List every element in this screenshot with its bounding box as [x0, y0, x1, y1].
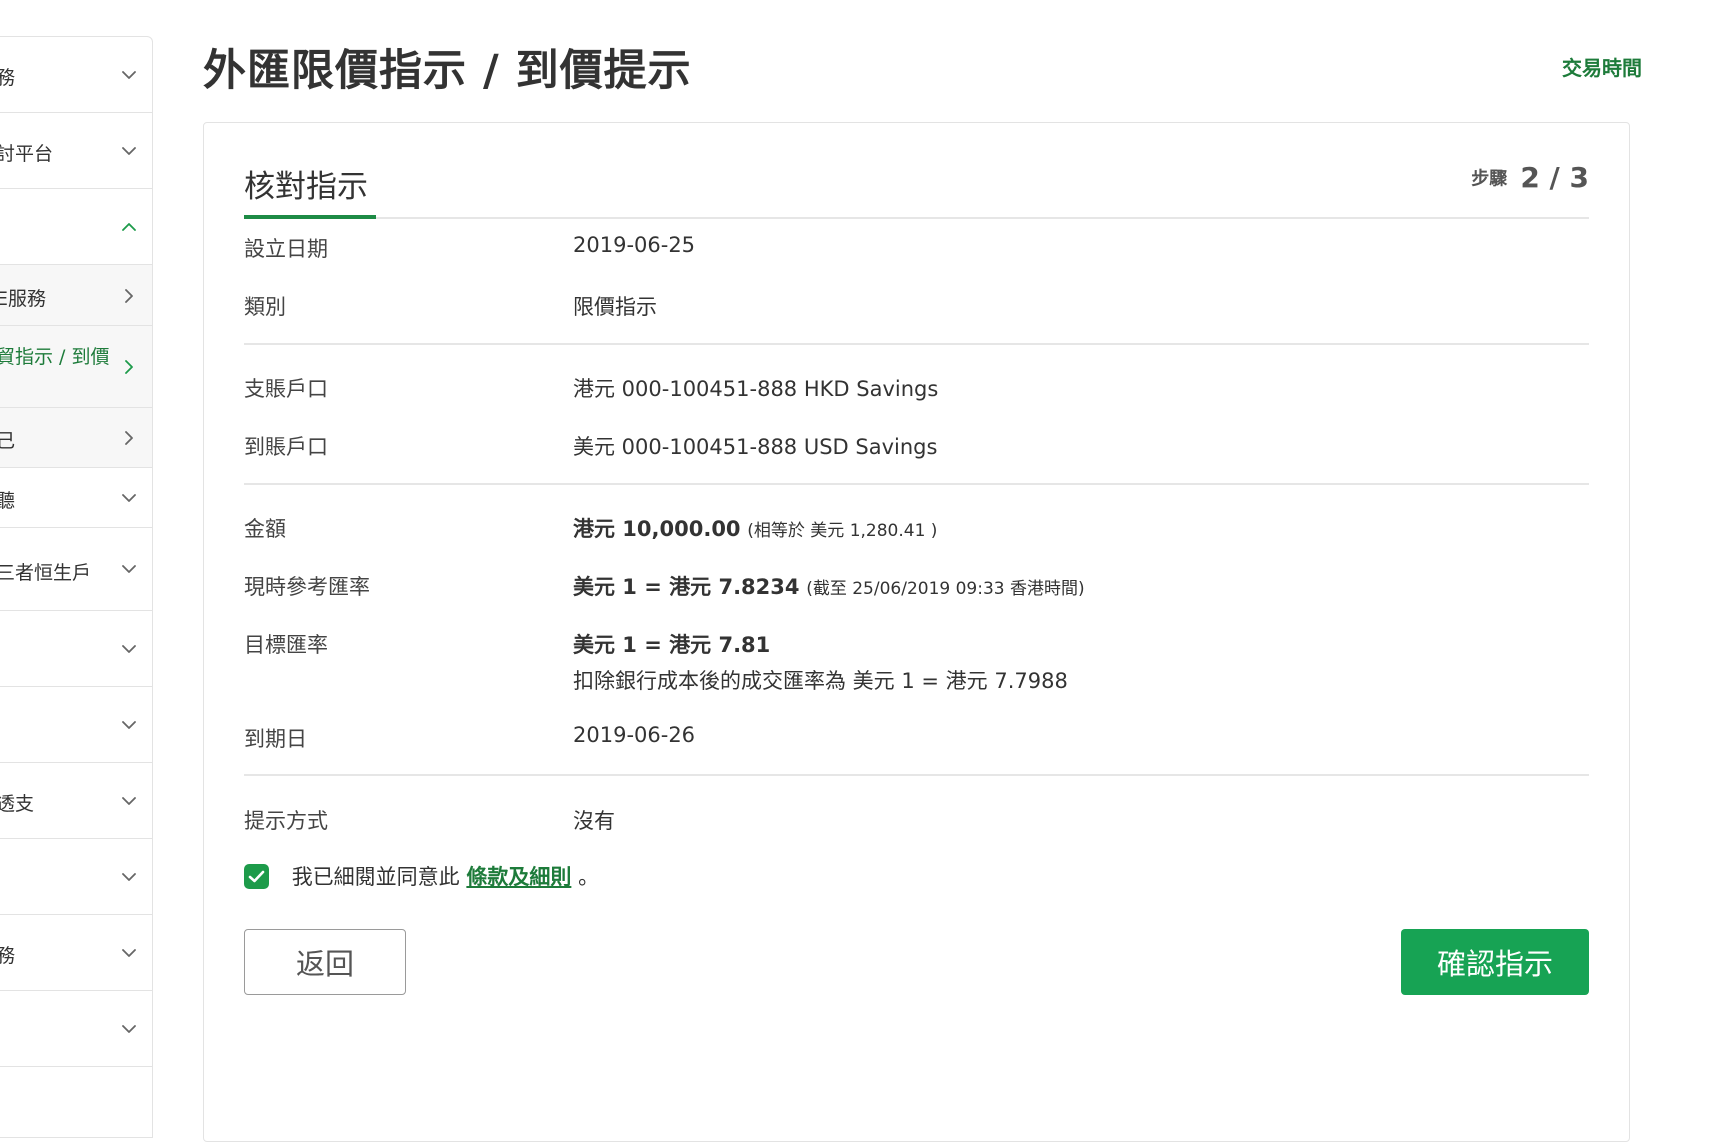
sidebar-item[interactable]: 貿指示 / 到價: [0, 326, 152, 408]
sidebar-item-label: 務: [0, 941, 15, 968]
current-rate-value: 美元 1 = 港元 7.8234: [573, 575, 800, 599]
step-label: 步驟: [1471, 168, 1508, 190]
confirm-instruction-button[interactable]: 確認指示: [1401, 929, 1589, 995]
credit-account-label: 到賬戶口: [244, 435, 328, 459]
chevron-right-icon[interactable]: [118, 356, 140, 378]
amount-equivalent-note: (相等於 美元 1,280.41 ): [747, 521, 938, 541]
chevron-down-icon[interactable]: [118, 942, 140, 964]
terms-link[interactable]: 條款及細則: [466, 865, 571, 889]
chevron-down-icon[interactable]: [118, 714, 140, 736]
sidebar-item[interactable]: [0, 839, 152, 915]
amount-label: 金額: [244, 517, 286, 541]
sidebar-item[interactable]: 聽: [0, 468, 152, 528]
sidebar-item[interactable]: 務: [0, 915, 152, 991]
target-rate-net-note: 扣除銀行成本後的成交匯率為 美元 1 = 港元 7.7988: [573, 669, 1068, 693]
page-title: 外匯限價指示 / 到價提示: [203, 46, 692, 96]
terms-agreement: 我已細閱並同意此 條款及細則 。: [244, 861, 599, 891]
sidebar-item[interactable]: [0, 687, 152, 763]
card-title: 核對指示: [244, 169, 368, 205]
terms-agreement-text: 我已細閱並同意此: [291, 865, 460, 889]
sidebar-item[interactable]: 透支: [0, 763, 152, 839]
sidebar-item-label: 務: [0, 63, 15, 90]
divider: [244, 774, 1589, 776]
card-title-underline: [244, 215, 376, 219]
setup-date-value: 2019-06-25: [573, 233, 696, 257]
chevron-down-icon[interactable]: [118, 790, 140, 812]
instruction-review-card: 核對指示 步驟 2 / 3 設立日期 2019-06-25 類別 限價指示 支賬…: [203, 122, 1630, 1142]
sidebar-item-label: 透支: [0, 793, 35, 815]
sidebar-item-label: 三者恒生戶: [0, 562, 92, 584]
divider: [244, 483, 1589, 485]
chevron-down-icon[interactable]: [118, 487, 140, 509]
setup-date-label: 設立日期: [244, 237, 328, 261]
target-rate-label: 目標匯率: [244, 633, 328, 657]
sidebar-item-label: 討平台: [0, 143, 54, 165]
credit-account-value: 美元 000-100451-888 USD Savings: [573, 435, 938, 459]
terms-suffix: 。: [578, 865, 600, 889]
chevron-down-icon[interactable]: [118, 558, 140, 580]
sidebar-item-label: 己: [0, 426, 15, 453]
chevron-right-icon[interactable]: [118, 285, 140, 307]
sidebar-item-label: 聽: [0, 486, 15, 513]
alert-method-label: 提示方式: [244, 809, 328, 833]
terms-checkbox[interactable]: [244, 863, 269, 889]
card-header: 核對指示 步驟 2 / 3: [244, 123, 1589, 219]
current-rate-label: 現時參考匯率: [244, 575, 370, 599]
step-indicator: 步驟 2 / 3: [1471, 161, 1589, 194]
current-rate-timestamp: (截至 25/06/2019 09:33 香港時間): [806, 579, 1085, 599]
target-rate-value: 美元 1 = 港元 7.81: [573, 629, 770, 659]
debit-account-value: 港元 000-100451-888 HKD Savings: [573, 377, 939, 401]
chevron-right-icon[interactable]: [118, 427, 140, 449]
type-value: 限價指示: [573, 295, 657, 319]
sidebar-item[interactable]: 己: [0, 408, 152, 468]
target-rate-value-text: 美元 1 = 港元 7.81: [573, 633, 771, 657]
sidebar-nav: 務討平台E服務貿指示 / 到價己聽三者恒生戶透支務: [0, 36, 153, 1138]
trading-hours-link[interactable]: 交易時間: [1562, 52, 1642, 81]
step-value: 2 / 3: [1520, 161, 1589, 194]
sidebar-item[interactable]: 三者恒生戶: [0, 528, 152, 611]
amount-value: 港元 10,000.00: [573, 517, 741, 541]
alert-method-value: 沒有: [573, 809, 615, 833]
chevron-up-icon[interactable]: [118, 216, 140, 238]
sidebar-item[interactable]: E服務: [0, 265, 152, 326]
check-icon: [248, 870, 265, 882]
sidebar-item[interactable]: 務: [0, 37, 152, 113]
sidebar-item[interactable]: [0, 189, 152, 265]
current-rate-value-group: 美元 1 = 港元 7.8234 (截至 25/06/2019 09:33 香港…: [573, 571, 1085, 601]
divider: [244, 343, 1589, 345]
sidebar-item-label: 貿指示 / 到價: [0, 346, 110, 368]
amount-value-group: 港元 10,000.00 (相等於 美元 1,280.41 ): [573, 513, 937, 543]
back-button[interactable]: 返回: [244, 929, 406, 995]
chevron-down-icon[interactable]: [118, 140, 140, 162]
chevron-down-icon[interactable]: [118, 1018, 140, 1040]
expiry-date-label: 到期日: [244, 727, 307, 751]
chevron-down-icon[interactable]: [118, 866, 140, 888]
sidebar-item[interactable]: 討平台: [0, 113, 152, 189]
expiry-date-value: 2019-06-26: [573, 723, 696, 747]
sidebar-item[interactable]: [0, 611, 152, 687]
sidebar-item-label: E服務: [0, 288, 47, 310]
debit-account-label: 支賬戶口: [244, 377, 328, 401]
chevron-down-icon[interactable]: [118, 64, 140, 86]
chevron-down-icon[interactable]: [118, 638, 140, 660]
sidebar-item[interactable]: [0, 991, 152, 1067]
type-label: 類別: [244, 295, 286, 319]
